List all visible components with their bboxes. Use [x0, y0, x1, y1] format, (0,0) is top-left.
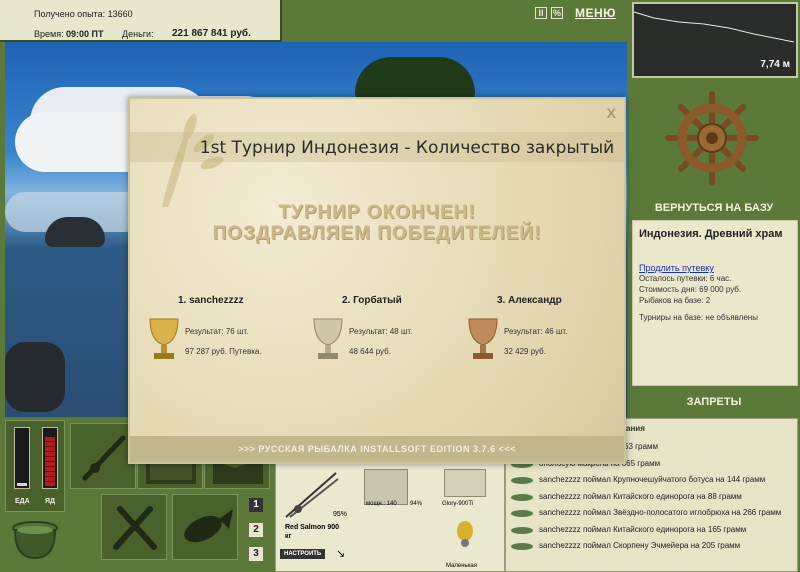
depth-meter: 7,74 м	[632, 2, 798, 78]
resize-arrow-icon[interactable]: ↘	[336, 547, 345, 560]
bans-button[interactable]: ЗАПРЕТЫ	[630, 396, 798, 412]
headline-congrats: ПОЗДРАВЛЯЕМ ПОБЕДИТЕЛЕЙ!	[212, 223, 542, 244]
knife-fork-icon	[113, 506, 157, 550]
dialog-title: 1st Турнир Индонезия - Количество закрыт…	[199, 138, 615, 158]
experience-value: 13660	[107, 9, 133, 19]
return-to-base-button[interactable]: ВЕРНУТЬСЯ НА БАЗУ	[630, 198, 798, 218]
setup-button[interactable]: НАСТРОИТЬ	[280, 549, 326, 559]
gold-cup-icon	[149, 318, 179, 359]
version-footer: >>> РУССКАЯ РЫБАЛКА INSTALLSOFT EDITION …	[130, 436, 624, 462]
location-name: Индонезия. Древний храм	[639, 228, 783, 240]
winner-result: Результат: 48 шт.	[349, 327, 413, 336]
fish-icon	[511, 493, 533, 501]
info-row: Рыбаков на базе: 2	[639, 296, 711, 305]
menu-button[interactable]: МЕНЮ	[575, 6, 616, 20]
tackle-panel: 95% Red Salmon 900 кг НАСТРОИТЬ ↘ мощн.:…	[275, 460, 505, 572]
list-item: sanchezzzz поймал Звёздно-полосатого игл…	[506, 505, 797, 522]
fish-tile[interactable]	[172, 494, 238, 560]
reel-slot[interactable]	[364, 469, 408, 505]
winner-name: 1. sanchezzzz	[178, 295, 244, 306]
food-bar	[14, 427, 30, 489]
extend-permit-link[interactable]: Продлить путевку	[639, 263, 791, 273]
reel-durability: 94%	[410, 501, 423, 507]
rock	[5, 342, 65, 412]
slot-3-button[interactable]: 3	[248, 546, 264, 562]
line-slot[interactable]	[444, 469, 486, 497]
line-name: Glory-900Ti	[442, 501, 474, 507]
headline-finished: ТУРНИР ОКОНЧЕН!	[278, 202, 476, 223]
fish-icon	[511, 510, 533, 517]
info-row: Стоимость дня: 69 000 руб.	[639, 285, 742, 294]
winner-name: 3. Александр	[497, 295, 562, 306]
trees	[355, 57, 475, 102]
winner-result: Результат: 76 шт.	[185, 327, 249, 336]
pot-icon[interactable]	[10, 518, 60, 562]
rod-icon[interactable]	[282, 469, 340, 521]
time-label: Время:	[34, 29, 64, 39]
base-info-panel: Индонезия. Древний храм Продлить путевку…	[632, 220, 798, 386]
bronze-cup-icon	[468, 318, 498, 359]
pause-icon[interactable]: II	[535, 7, 547, 19]
experience-row: Получено опыта: 13660	[34, 9, 133, 19]
list-item: sanchezzzz поймал Скорпену Эчмейера на 2…	[506, 538, 797, 555]
ship-wheel-icon[interactable]	[664, 90, 760, 186]
slot-2-button[interactable]: 2	[248, 522, 264, 538]
money-value: 221 867 841 руб.	[172, 28, 251, 39]
food-label: ЕДА	[15, 498, 30, 505]
money-label: Деньги:	[122, 29, 154, 39]
reel-power: мощн.: 140	[366, 501, 397, 507]
fish-icon	[511, 477, 533, 484]
settings-icon[interactable]: %	[551, 7, 563, 19]
venom-label: ЯД	[45, 498, 56, 505]
tournament-results-dialog: X 1st Турнир Индонезия - Количество закр…	[128, 97, 626, 464]
close-button[interactable]: X	[607, 105, 616, 121]
winner-prize: 48 644 руб.	[349, 347, 391, 356]
list-item: sanchezzzz поймал Китайского единорога н…	[506, 522, 797, 539]
list-item: sanchezzzz поймал Китайского единорога н…	[506, 489, 797, 506]
venom-bar-fill	[45, 436, 55, 486]
winner-name: 2. Горбатый	[342, 295, 402, 306]
rock	[45, 217, 105, 247]
winner-prize: 97 287 руб. Путевка.	[185, 347, 262, 356]
time-value: 09:00 ПТ	[66, 29, 104, 39]
winner-result: Результат: 46 шт.	[504, 327, 568, 336]
fish-icon	[511, 526, 533, 534]
depth-value: 7,74 м	[760, 59, 790, 70]
venom-bar	[42, 427, 58, 489]
rod-durability: 95%	[333, 511, 348, 518]
rod-name: Red Salmon 900 кг	[285, 524, 340, 540]
fish-icon	[511, 543, 533, 550]
food-bar-fill	[17, 483, 27, 486]
info-row: Осталось путевки: 6 час.	[639, 274, 732, 283]
stats-panel: Получено опыта: 13660 Время: 09:00 ПТ Де…	[0, 0, 282, 42]
lure-icon[interactable]	[451, 519, 479, 549]
silver-cup-icon	[313, 318, 343, 359]
winner-prize: 32 429 руб.	[504, 347, 546, 356]
slot-1-button[interactable]: 1	[248, 497, 264, 513]
status-bars: ЕДА ЯД	[5, 420, 65, 512]
list-item: sanchezzzz поймал Крупночешуйчатого боту…	[506, 472, 797, 489]
rod-tile[interactable]	[70, 423, 136, 489]
fish-icon	[184, 509, 233, 543]
lure-name: Маленькая	[446, 563, 478, 569]
info-row: Турниры на базе: не объявлены	[639, 313, 758, 322]
top-toolbar: II % МЕНЮ	[535, 6, 616, 20]
food-tile[interactable]	[101, 494, 167, 560]
